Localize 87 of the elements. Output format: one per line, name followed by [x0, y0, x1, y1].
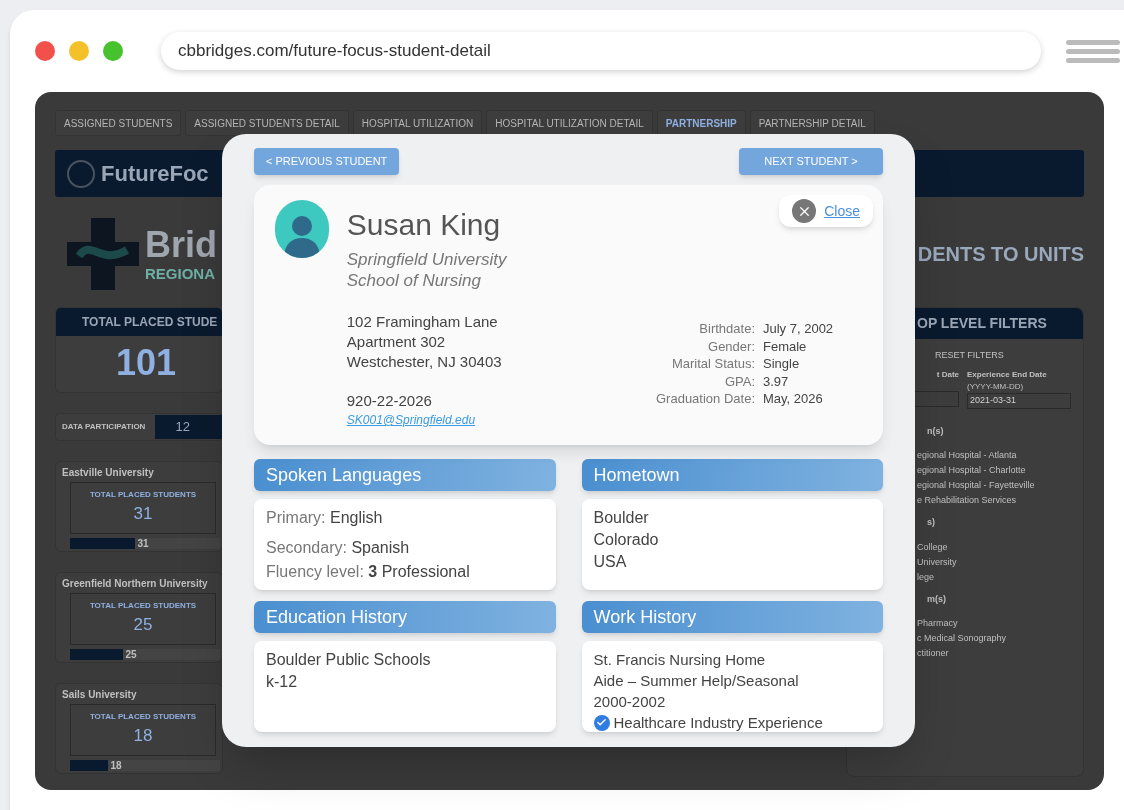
- detail-label: GPA:: [723, 372, 755, 390]
- address-line: Westchester, NJ 30403: [346, 352, 503, 372]
- address-bar[interactable]: cbbridges.com/future-focus-student-detail: [161, 32, 1041, 70]
- dashboard-tab[interactable]: PARTNERSHIP: [656, 110, 746, 136]
- stat-value: 31: [133, 503, 153, 525]
- filter-option[interactable]: egional Hospital - Charlotte: [917, 463, 1083, 478]
- dashboard-tab[interactable]: HOSPITAL UTILIZATION: [352, 110, 483, 136]
- experience-label: Healthcare Industry Experience: [613, 713, 823, 733]
- reset-filters-button[interactable]: RESET FILTERS: [935, 349, 1004, 363]
- avatar-icon: [275, 200, 329, 258]
- school-name: School of Nursing: [346, 270, 482, 291]
- banner-title: FutureFoc: [101, 160, 209, 188]
- detail-label: Gender:: [707, 337, 755, 355]
- stat-label: TOTAL PLACED STUDENTS: [89, 600, 197, 612]
- filter-option[interactable]: Pharmacy: [917, 616, 1083, 631]
- filter-option[interactable]: lege: [917, 569, 1083, 585]
- filter-heading: n(s): [927, 424, 945, 438]
- stat-label: TOTAL PLACED STUDENTS: [89, 489, 197, 501]
- section-header: Education History: [254, 601, 556, 633]
- filter-option[interactable]: egional Hospital - Fayetteville: [917, 478, 1083, 493]
- filter-option[interactable]: egional Hospital - Atlanta: [917, 448, 1083, 463]
- total-label: TOTAL PLACED STUDE: [56, 308, 222, 336]
- bar-value: 31: [137, 537, 149, 550]
- phone-number: 920-22-2026: [346, 391, 433, 411]
- dashboard-tab[interactable]: ASSIGNED STUDENTS DETAIL: [185, 110, 349, 136]
- filter-heading: m(s): [927, 592, 947, 606]
- filter-option[interactable]: University: [917, 554, 1083, 570]
- detail-value: May, 2026: [763, 390, 824, 408]
- info-line: 2000-2002: [593, 692, 667, 712]
- university-name: Sails University: [62, 688, 138, 702]
- participation-value: 12: [155, 415, 222, 439]
- detail-label: Birthdate:: [698, 320, 755, 338]
- address-line: 102 Framingham Lane: [346, 312, 499, 332]
- end-date-label: Experience End Date: [967, 368, 1048, 381]
- end-date-hint: (YYYY-MM-DD): [967, 380, 1025, 393]
- language-line: Fluency level: 3 Professional: [266, 562, 471, 582]
- stat-value: 18: [133, 725, 153, 747]
- info-line: Colorado: [593, 530, 660, 550]
- detail-label: Graduation Date:: [655, 390, 755, 408]
- menu-icon[interactable]: [1066, 39, 1120, 63]
- close-icon: [792, 199, 817, 223]
- detail-value: Female: [763, 337, 808, 355]
- maximize-window-icon[interactable]: [103, 41, 123, 61]
- dashboard-tab[interactable]: ASSIGNED STUDENTS: [55, 110, 182, 136]
- university-name: Eastville University: [62, 466, 155, 480]
- detail-value: July 7, 2002: [763, 320, 835, 338]
- logo-subtitle: REGIONA: [145, 265, 216, 283]
- filter-option[interactable]: College: [917, 539, 1083, 555]
- detail-value: Single: [763, 355, 801, 373]
- info-line: Boulder Public Schools: [266, 650, 432, 670]
- info-line: USA: [593, 552, 628, 572]
- info-line: St. Francis Nursing Home: [593, 650, 767, 670]
- page-heading: DENTS TO UNITS: [917, 242, 1084, 267]
- language-line: Primary: English: [266, 508, 384, 528]
- close-window-icon[interactable]: [35, 41, 55, 61]
- student-name: Susan King: [346, 207, 502, 243]
- participation-label: DATA PARTICIPATION: [62, 421, 146, 433]
- school-name: Springfield University: [346, 249, 508, 270]
- bar-value: 25: [125, 648, 137, 661]
- language-line: Secondary: Spanish: [266, 538, 411, 558]
- address-line: Apartment 302: [346, 332, 447, 352]
- dashboard-tab[interactable]: PARTNERSHIP DETAIL: [749, 110, 875, 136]
- info-line: k-12: [266, 672, 299, 692]
- logo-icon: [67, 159, 95, 188]
- info-line: Boulder: [593, 508, 650, 528]
- section-header: Spoken Languages: [254, 459, 556, 491]
- detail-value: 3.97: [763, 372, 790, 390]
- end-date-field[interactable]: 2021-03-31: [967, 392, 1071, 409]
- start-date-label: t Date: [936, 368, 959, 381]
- filter-option[interactable]: ctitioner: [917, 646, 1083, 661]
- filter-option[interactable]: e Rehabilitation Services: [917, 493, 1083, 508]
- total-value: 101: [115, 341, 178, 385]
- logo-name: Brid: [145, 225, 217, 265]
- section-header: Work History: [581, 601, 883, 633]
- minimize-window-icon[interactable]: [69, 41, 89, 61]
- filter-heading: s): [927, 516, 936, 529]
- info-line: Aide – Summer Help/Seasonal: [593, 671, 800, 691]
- close-button[interactable]: Close: [779, 195, 873, 227]
- section-header: Hometown: [581, 459, 883, 491]
- detail-label: Marital Status:: [670, 355, 755, 373]
- stat-value: 25: [133, 614, 153, 636]
- bar-value: 18: [110, 759, 122, 772]
- stat-label: TOTAL PLACED STUDENTS: [89, 711, 197, 723]
- dashboard-tab[interactable]: HOSPITAL UTILIZATION DETAIL: [486, 110, 653, 136]
- filter-option[interactable]: c Medical Sonography: [917, 631, 1083, 646]
- university-name: Greenfield Northern University: [62, 577, 209, 591]
- cross-logo-icon: [65, 216, 141, 292]
